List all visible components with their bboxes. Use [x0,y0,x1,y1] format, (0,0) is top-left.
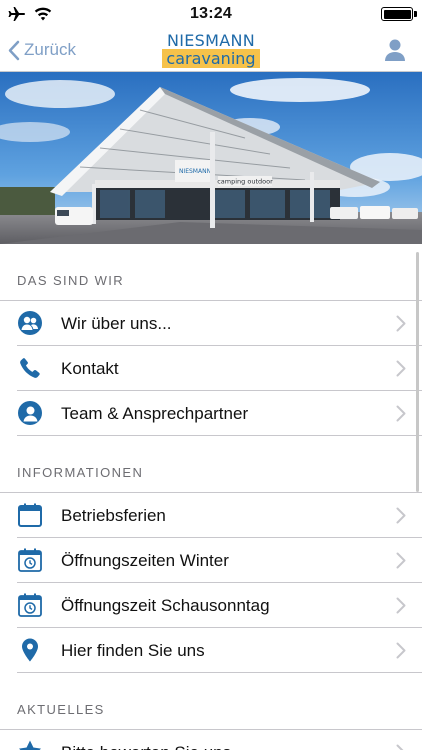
menu-row-label: Wir über uns... [61,314,172,333]
location-pin-icon [17,637,43,663]
people-icon [17,310,43,336]
dealership-photo: NIESMANN camping outdoor [0,72,422,244]
chevron-left-icon [8,40,20,60]
menu-row-label: Team & Ansprechpartner [61,404,249,423]
chevron-right-icon [396,360,406,377]
scroll-indicator[interactable] [416,252,419,492]
menu-row-label: Öffnungszeiten Winter [61,551,229,570]
section-header: AKTUELLES [0,673,422,730]
logo-top-text: NIESMANN [166,31,256,50]
menu-row[interactable]: Hier finden Sie uns [17,628,422,673]
menu-row-label: Kontakt [61,359,119,378]
chevron-right-icon [396,597,406,614]
chevron-right-icon [396,552,406,569]
battery-tip [414,11,417,17]
back-button[interactable]: Zurück [8,36,76,64]
menu-row-label: Öffnungszeit Schausonntag [61,596,270,615]
status-bar: 13:24 [0,0,422,28]
navigation-bar: Zurück NIESMANN caravaning [0,28,422,72]
chevron-right-icon [396,405,406,422]
menu-row-label: Betriebsferien [61,506,166,525]
section-header: DAS SIND WIR [0,244,422,301]
headset-person-icon [17,400,43,426]
section-header: INFORMATIONEN [0,436,422,493]
menu-row-label: Hier finden Sie uns [61,641,205,660]
sign-text: NIESMANN [179,168,211,175]
chevron-right-icon [396,507,406,524]
star-icon [17,739,43,750]
menu-row[interactable]: Öffnungszeiten Winter [17,538,422,583]
phone-icon [17,355,43,381]
menu-row[interactable]: Wir über uns... [17,301,422,346]
chevron-right-icon [396,642,406,659]
menu-row[interactable]: Öffnungszeit Schausonntag [17,583,422,628]
back-label: Zurück [24,40,76,59]
menu-row[interactable]: Team & Ansprechpartner [17,391,422,436]
user-profile-icon[interactable] [384,38,406,62]
battery-icon [381,7,413,21]
calendar-clock-icon [17,592,43,618]
clock: 13:24 [190,5,232,22]
menu-row-label: Bitte bewerten Sie uns [61,743,231,750]
menu-list: DAS SIND WIR Wir über uns... Kontakt Team &… [0,244,422,750]
calendar-icon [17,502,43,528]
menu-row[interactable]: Betriebsferien [17,493,422,538]
chevron-right-icon [396,744,404,750]
niesmann-logo: NIESMANN caravaning [162,32,260,68]
banner-text: camping outdoor [217,178,273,186]
chevron-right-icon [396,315,406,332]
calendar-clock-icon [17,547,43,573]
hero-image: NIESMANN camping outdoor [0,72,422,244]
menu-row[interactable]: Bitte bewerten Sie uns [17,730,422,750]
menu-row[interactable]: Kontakt [17,346,422,391]
logo-bottom-text: caravaning [162,49,260,68]
